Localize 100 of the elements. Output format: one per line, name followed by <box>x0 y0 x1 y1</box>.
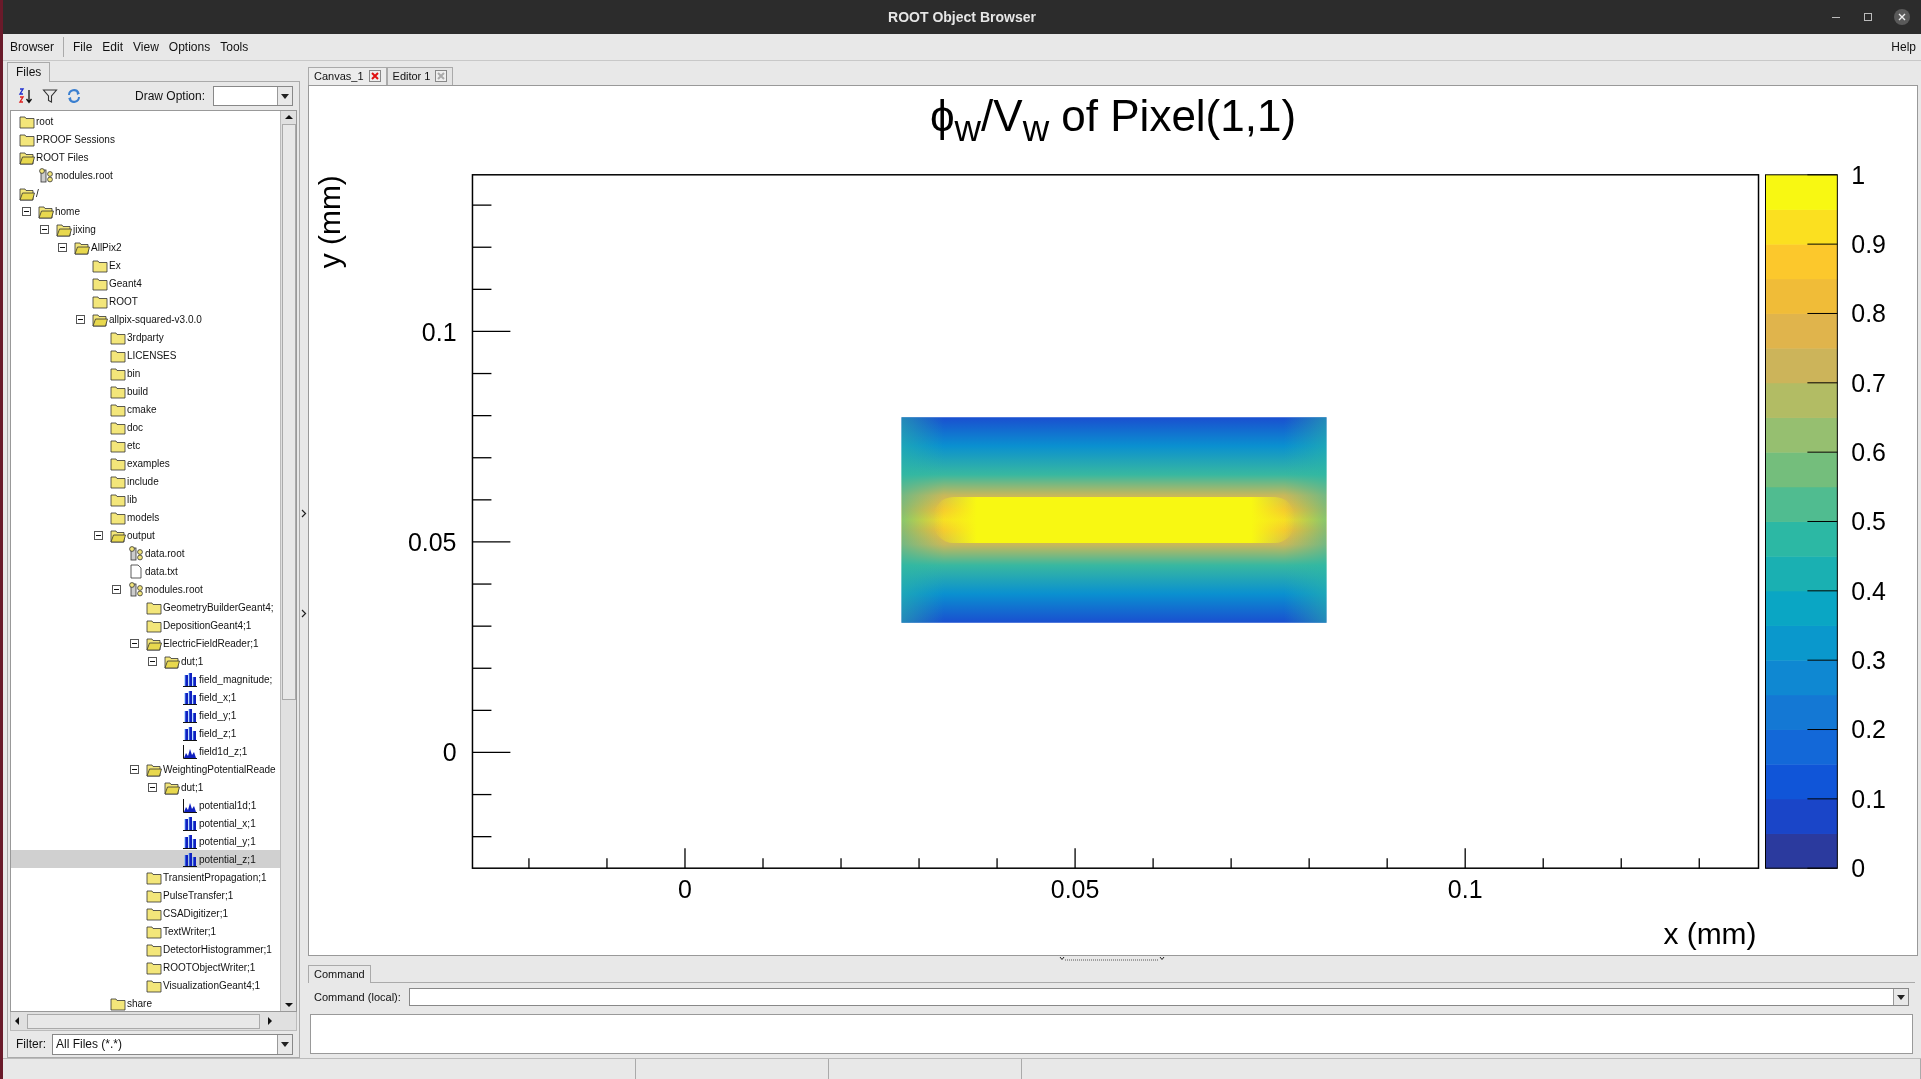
tree-item[interactable]: include <box>11 472 280 490</box>
tree-item[interactable]: home <box>11 202 280 220</box>
chevron-right-icon[interactable] <box>301 609 307 618</box>
maximize-button[interactable] <box>1861 10 1875 24</box>
tree-item[interactable]: / <box>11 184 280 202</box>
collapse-toggle[interactable] <box>57 242 67 252</box>
tree-item[interactable]: field_magnitude; <box>11 670 280 688</box>
tree-item[interactable]: Ex <box>11 256 280 274</box>
draw-option-dropdown[interactable] <box>213 86 293 106</box>
tree-item[interactable]: GeometryBuilderGeant4; <box>11 598 280 616</box>
open-folder-icon <box>56 221 72 237</box>
collapse-toggle[interactable] <box>75 314 85 324</box>
tree-item[interactable]: output <box>11 526 280 544</box>
sort-icon[interactable] <box>18 87 34 105</box>
close-icon[interactable] <box>368 70 381 82</box>
close-icon[interactable] <box>435 70 448 82</box>
tree-item[interactable]: Geant4 <box>11 274 280 292</box>
tree-item[interactable]: WeightingPotentialReade <box>11 760 280 778</box>
menu-item[interactable]: File <box>68 38 98 56</box>
color-scale-label: 0.5 <box>1851 507 1886 536</box>
tree-item[interactable]: DepositionGeant4;1 <box>11 616 280 634</box>
tree-item[interactable]: allpix-squared-v3.0.0 <box>11 310 280 328</box>
collapse-toggle[interactable] <box>93 530 103 540</box>
tree-item[interactable]: potential_z;1 <box>11 850 280 868</box>
menu-item[interactable]: View <box>128 38 164 56</box>
tree-item[interactable]: dut;1 <box>11 778 280 796</box>
tree-item[interactable]: share <box>11 994 280 1011</box>
canvas-tab[interactable]: Canvas_1 <box>308 67 387 85</box>
tree-item[interactable]: etc <box>11 436 280 454</box>
collapse-toggle[interactable] <box>129 764 139 774</box>
tree-item[interactable]: ROOT <box>11 292 280 310</box>
tree-item[interactable]: field_x;1 <box>11 688 280 706</box>
tree-item[interactable]: ROOTObjectWriter;1 <box>11 958 280 976</box>
tree-item[interactable]: data.root <box>11 544 280 562</box>
command-label: Command (local): <box>314 991 401 1003</box>
tree-item[interactable]: potential_x;1 <box>11 814 280 832</box>
bar-chart-icon <box>182 707 198 723</box>
tree-item[interactable]: ElectricFieldReader;1 <box>11 634 280 652</box>
menu-item[interactable]: Tools <box>215 38 254 56</box>
menu-item[interactable]: Options <box>163 38 216 56</box>
command-tab[interactable]: Command <box>308 965 371 983</box>
folder-icon <box>92 275 108 291</box>
refresh-icon[interactable] <box>66 88 82 104</box>
tree-item[interactable]: ROOT Files <box>11 148 280 166</box>
tree-item[interactable]: lib <box>11 490 280 508</box>
tree-item[interactable]: field_z;1 <box>11 724 280 742</box>
chevron-right-icon[interactable] <box>301 509 307 518</box>
close-button[interactable] <box>1893 8 1911 26</box>
tree-item[interactable]: AllPix2 <box>11 238 280 256</box>
filter-dropdown[interactable]: All Files (*.*) <box>52 1033 293 1055</box>
tree-item[interactable]: field_y;1 <box>11 706 280 724</box>
tree-item[interactable]: doc <box>11 418 280 436</box>
tree-item[interactable]: LICENSES <box>11 346 280 364</box>
collapse-toggle[interactable] <box>39 224 49 234</box>
folder-icon <box>110 509 126 525</box>
folder-icon <box>146 941 162 957</box>
folder-icon <box>110 437 126 453</box>
collapse-toggle[interactable] <box>111 584 121 594</box>
horizontal-scrollbar[interactable] <box>10 1012 297 1031</box>
tree-item[interactable]: field1d_z;1 <box>11 742 280 760</box>
tree-item[interactable]: data.txt <box>11 562 280 580</box>
tree-item[interactable]: 3rdparty <box>11 328 280 346</box>
menu-item[interactable]: Browser <box>5 38 59 56</box>
tree-item[interactable]: TransientPropagation;1 <box>11 868 280 886</box>
collapse-toggle[interactable] <box>129 638 139 648</box>
filter-icon[interactable] <box>42 88 58 104</box>
x-tick-label: 0 <box>678 875 692 904</box>
folder-icon <box>146 977 162 993</box>
tree-item[interactable]: PulseTransfer;1 <box>11 886 280 904</box>
collapse-toggle[interactable] <box>21 206 31 216</box>
help-menu[interactable]: Help <box>1886 38 1921 56</box>
plot-title: ϕ$_{w}$/V$_{w}$ of Pixel(1,1) <box>928 90 1298 151</box>
command-input[interactable] <box>408 988 1909 1006</box>
tree-item[interactable]: models <box>11 508 280 526</box>
tree-item[interactable]: bin <box>11 364 280 382</box>
collapse-toggle[interactable] <box>147 656 157 666</box>
tree-item[interactable]: modules.root <box>11 580 280 598</box>
tree-item[interactable]: potential_y;1 <box>11 832 280 850</box>
files-tab[interactable]: Files <box>7 62 51 82</box>
collapse-toggle[interactable] <box>147 782 157 792</box>
tree-item[interactable]: root <box>11 112 280 130</box>
tree-item[interactable]: examples <box>11 454 280 472</box>
tree-item[interactable]: dut;1 <box>11 652 280 670</box>
tree-item[interactable]: VisualizationGeant4;1 <box>11 976 280 994</box>
menu-item[interactable]: Edit <box>97 38 129 56</box>
tree-item[interactable]: PROOF Sessions <box>11 130 280 148</box>
tree-item[interactable]: modules.root <box>11 166 280 184</box>
tree-item[interactable]: cmake <box>11 400 280 418</box>
tree-item[interactable]: CSADigitizer;1 <box>11 904 280 922</box>
tree-item[interactable]: DetectorHistogrammer;1 <box>11 940 280 958</box>
tree-item[interactable]: TextWriter;1 <box>11 922 280 940</box>
tree-item[interactable]: potential1d;1 <box>11 796 280 814</box>
splitter-handle[interactable] <box>1058 956 1165 963</box>
vertical-scrollbar[interactable] <box>280 111 296 1011</box>
tree-item[interactable]: jixing <box>11 220 280 238</box>
bar-chart-icon <box>182 689 198 705</box>
x-tick-label: 0.05 <box>1050 875 1100 904</box>
bar-chart-icon <box>182 725 198 741</box>
tree-item[interactable]: build <box>11 382 280 400</box>
canvas-tab[interactable]: Editor 1 <box>386 67 454 85</box>
